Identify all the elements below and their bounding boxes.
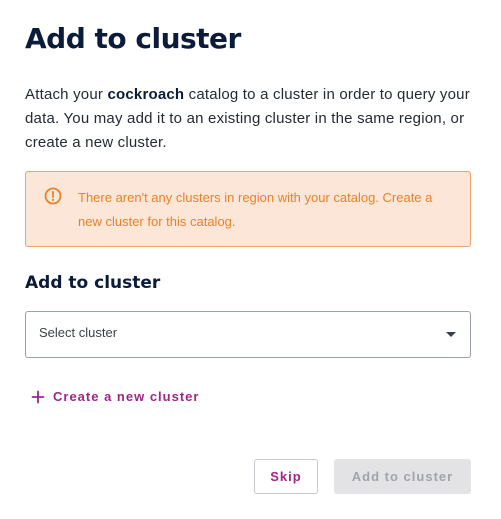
plus-icon <box>31 390 45 403</box>
caret-down-icon <box>446 332 456 337</box>
cluster-select[interactable]: Select cluster <box>25 311 471 358</box>
cluster-select-placeholder: Select cluster <box>39 325 118 340</box>
description-prefix: Attach your <box>25 86 108 103</box>
create-new-cluster-link[interactable]: Create a new cluster <box>31 389 199 404</box>
add-to-cluster-button[interactable]: Add to cluster <box>334 459 471 494</box>
warning-circle-icon <box>44 187 62 205</box>
warning-alert: There aren't any clusters in region with… <box>25 171 471 247</box>
catalog-name: cockroach <box>107 86 185 103</box>
alert-message: There aren't any clusters in region with… <box>78 190 433 229</box>
skip-button[interactable]: Skip <box>254 459 318 494</box>
section-title: Add to cluster <box>25 273 161 293</box>
create-new-cluster-label: Create a new cluster <box>53 389 200 404</box>
add-to-cluster-dialog: Add to cluster Attach your cockroach cat… <box>0 0 501 519</box>
dialog-description: Attach your cockroach catalog to a clust… <box>25 83 475 155</box>
dialog-title: Add to cluster <box>25 22 241 55</box>
